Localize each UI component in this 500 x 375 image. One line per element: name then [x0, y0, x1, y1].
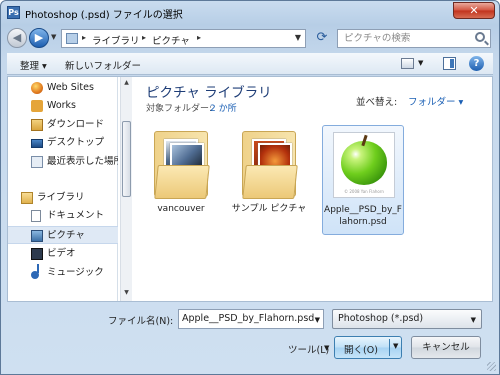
nav-item-works[interactable]: Works — [28, 97, 118, 115]
back-button[interactable]: ◀ — [7, 28, 27, 48]
nav-item-recent-places[interactable]: 最近表示した場所 — [28, 153, 118, 171]
breadcrumb-chevron-icon[interactable]: ▸ — [197, 33, 201, 42]
nav-item-label: Works — [47, 100, 77, 111]
forward-button[interactable]: ▶ — [29, 28, 49, 48]
library-location-icon — [66, 33, 78, 44]
globe-icon — [31, 82, 43, 94]
breadcrumb-chevron-icon[interactable]: ▸ — [142, 33, 146, 42]
nav-item-label: ダウンロード — [47, 119, 105, 130]
split-divider — [389, 339, 390, 356]
music-icon — [31, 264, 39, 279]
nav-item-pictures[interactable]: ピクチャ — [8, 226, 118, 244]
preview-pane-icon[interactable] — [443, 57, 456, 70]
organize-button[interactable]: 整理 ▾ — [20, 58, 47, 72]
folder-front — [242, 165, 298, 199]
file-name: サンプル ピクチャ — [231, 204, 307, 214]
filename-label: ファイル名(N): — [108, 316, 174, 327]
filename-value: Apple__PSD_by_Flahorn.psd — [182, 313, 315, 324]
nav-item-libraries[interactable]: ライブラリ — [18, 189, 116, 207]
arrange-by-dropdown[interactable]: フォルダー ▾ — [408, 94, 463, 108]
search-placeholder: ピクチャの検索 — [344, 33, 411, 44]
nav-item-desktop[interactable]: デスクトップ — [28, 134, 118, 152]
window-title: Photoshop (.psd) ファイルの選択 — [25, 10, 183, 21]
libraries-icon — [21, 192, 33, 204]
nav-item-label: ドキュメント — [47, 210, 105, 221]
nav-item-videos[interactable]: ビデオ — [28, 245, 118, 263]
filename-input[interactable]: Apple__PSD_by_Flahorn.psd ▼ — [178, 309, 324, 329]
file-name: Apple__PSD_by_Flahorn.psd — [324, 205, 402, 227]
change-view-icon[interactable] — [401, 58, 414, 69]
psd-thumbnail: © 2008 Yan Flahorn — [333, 132, 395, 198]
file-list-pane: ピクチャ ライブラリ 対象フォルダー: 2 か所 並べ替え: フォルダー ▾ v… — [134, 77, 492, 301]
view-options-dropdown-icon[interactable]: ▼ — [418, 59, 423, 67]
command-bar: 整理 ▾ 新しいフォルダー ▼ ? — [7, 53, 493, 75]
help-icon[interactable]: ? — [469, 56, 484, 71]
file-item-apple-psd[interactable]: © 2008 Yan Flahorn Apple__PSD_by_Flahorn… — [322, 125, 404, 235]
file-type-dropdown-icon: ▼ — [470, 316, 476, 324]
thumbnail-caption: © 2008 Yan Flahorn — [344, 189, 384, 194]
works-folder-icon — [31, 100, 43, 112]
file-open-dialog: Ps Photoshop (.psd) ファイルの選択 ✕ ◀ ▶ ▼ ▸ ライ… — [0, 0, 500, 375]
navigation-row: ◀ ▶ ▼ ▸ ライブラリ ▸ ピクチャ ▸ ▼ ⟳ ピクチャの検索 — [1, 25, 499, 51]
downloads-icon — [31, 119, 43, 131]
breadcrumb-pictures[interactable]: ピクチャ — [152, 33, 190, 47]
search-input[interactable]: ピクチャの検索 — [337, 29, 491, 48]
target-folders-label: 対象フォルダー: — [146, 104, 213, 114]
file-name: vancouver — [157, 204, 205, 214]
title-bar[interactable]: Ps Photoshop (.psd) ファイルの選択 ✕ — [1, 1, 499, 25]
nav-item-documents[interactable]: ドキュメント — [28, 207, 118, 225]
nav-pane-scrollbar[interactable]: ▲ ▼ — [120, 77, 132, 301]
arrange-by-label: 並べ替え: — [356, 97, 398, 108]
pictures-icon — [31, 230, 43, 242]
folder-item-vancouver[interactable]: vancouver — [140, 125, 222, 235]
address-dropdown-icon[interactable]: ▼ — [295, 33, 301, 42]
scrollbar-thumb[interactable] — [122, 121, 131, 197]
recent-places-icon — [31, 156, 43, 168]
nav-item-label: デスクトップ — [47, 137, 105, 148]
apple-image — [341, 141, 387, 185]
recent-pages-dropdown-icon[interactable]: ▼ — [51, 33, 56, 41]
tools-dropdown-icon[interactable]: ▼ — [324, 344, 329, 352]
nav-item-label: Web Sites — [47, 82, 94, 93]
resize-grip-icon[interactable] — [487, 362, 496, 371]
nav-item-label: ビデオ — [47, 248, 76, 259]
scroll-up-icon[interactable]: ▲ — [121, 79, 132, 89]
nav-item-label: 最近表示した場所 — [47, 156, 118, 167]
breadcrumb-libraries[interactable]: ライブラリ — [92, 33, 140, 47]
search-icon — [475, 32, 485, 42]
library-title: ピクチャ ライブラリ — [146, 85, 272, 101]
folder-item-sample-pictures[interactable]: サンプル ピクチャ — [228, 125, 310, 235]
file-type-value: Photoshop (*.psd) — [338, 313, 424, 324]
cancel-button[interactable]: キャンセル — [411, 336, 481, 359]
open-button-label: 開く(O) — [344, 345, 378, 356]
nav-item-web-sites[interactable]: Web Sites — [28, 79, 118, 97]
desktop-icon — [31, 139, 43, 148]
nav-item-label: ピクチャ — [47, 230, 85, 241]
nav-item-music[interactable]: ミュージック — [28, 264, 118, 282]
address-bar[interactable]: ▸ ライブラリ ▸ ピクチャ ▸ ▼ — [61, 29, 306, 48]
scroll-down-icon[interactable]: ▼ — [121, 289, 132, 299]
target-folders-link[interactable]: 2 か所 — [210, 101, 237, 114]
file-type-select[interactable]: Photoshop (*.psd) ▼ — [332, 309, 482, 329]
open-options-dropdown-icon[interactable]: ▼ — [393, 342, 398, 350]
content-area: Web Sites Works ダウンロード デスクトップ 最近表示した場所 ラ… — [7, 76, 493, 302]
folder-front — [154, 165, 210, 199]
documents-icon — [31, 210, 41, 222]
nav-item-downloads[interactable]: ダウンロード — [28, 116, 118, 134]
new-folder-button[interactable]: 新しいフォルダー — [65, 58, 141, 72]
close-button[interactable]: ✕ — [453, 2, 495, 19]
open-button[interactable]: 開く(O) ▼ — [334, 336, 402, 359]
videos-icon — [31, 248, 43, 260]
navigation-pane: Web Sites Works ダウンロード デスクトップ 最近表示した場所 ラ… — [8, 77, 118, 301]
refresh-icon[interactable]: ⟳ — [311, 29, 333, 48]
nav-item-label: ライブラリ — [37, 192, 85, 203]
filename-dropdown-icon[interactable]: ▼ — [314, 311, 320, 328]
photoshop-icon: Ps — [7, 6, 20, 19]
nav-item-label: ミュージック — [47, 267, 104, 278]
breadcrumb-chevron-icon[interactable]: ▸ — [82, 33, 86, 42]
